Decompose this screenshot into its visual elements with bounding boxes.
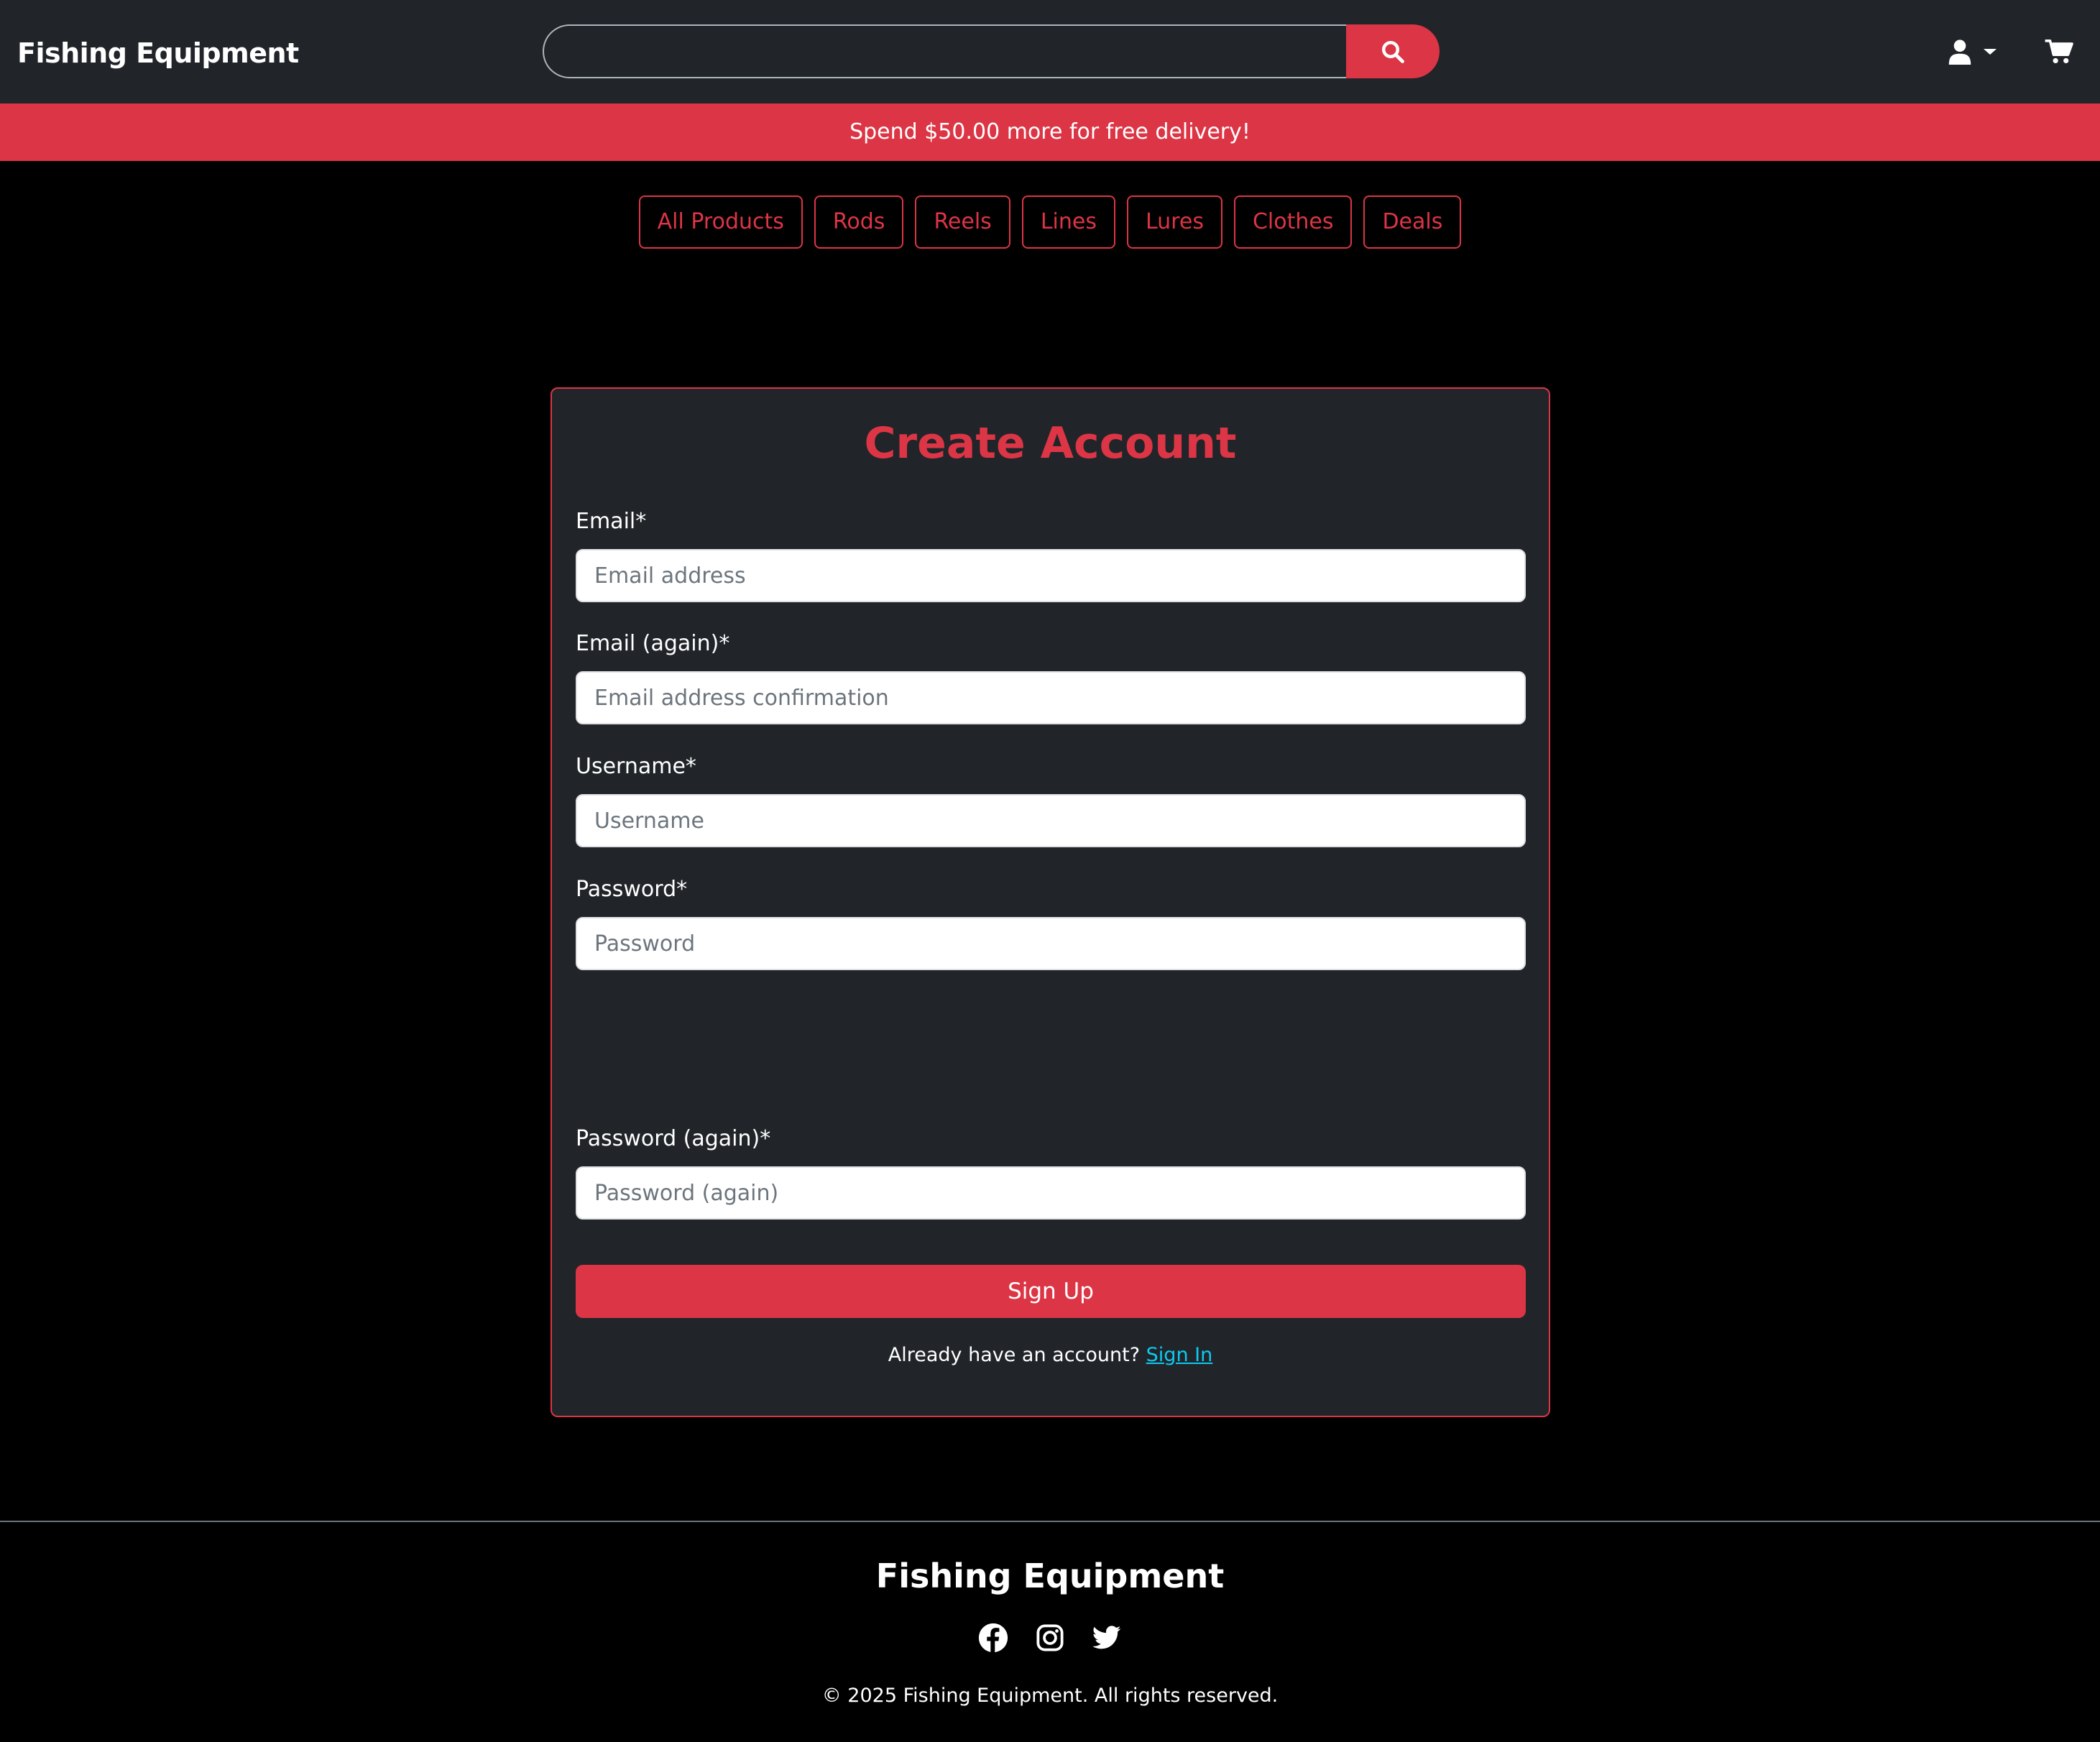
free-delivery-banner: Spend $50.00 more for free delivery! <box>0 103 2100 161</box>
category-lures[interactable]: Lures <box>1126 195 1222 249</box>
password-label: Password* <box>576 877 688 902</box>
copyright-text: © 2025 Fishing Equipment. All rights res… <box>821 1685 1279 1707</box>
email-label: Email* <box>576 509 647 534</box>
category-clothes[interactable]: Clothes <box>1233 195 1353 249</box>
username-field[interactable] <box>576 794 1526 847</box>
search-button[interactable] <box>1346 24 1440 78</box>
signup-card: Create Account Email* Email (again)* Use… <box>551 387 1550 1417</box>
search-input[interactable] <box>543 24 1348 78</box>
sign-in-link[interactable]: Sign In <box>1146 1344 1213 1366</box>
site-footer: Fishing Equipment © 2025 Fishing Equipme… <box>0 1521 2100 1742</box>
category-reels[interactable]: Reels <box>915 195 1010 249</box>
cart-icon <box>2045 39 2073 64</box>
category-rods[interactable]: Rods <box>814 195 904 249</box>
social-links <box>0 1623 2100 1657</box>
page-title: Create Account <box>864 418 1237 469</box>
footer-brand: Fishing Equipment <box>875 1557 1225 1595</box>
twitter-link[interactable] <box>1092 1623 1122 1653</box>
user-icon <box>1948 40 1971 65</box>
caret-down-icon <box>1984 49 1997 55</box>
facebook-icon <box>978 1623 1008 1653</box>
email-confirm-field[interactable] <box>576 671 1526 724</box>
email-confirm-label: Email (again)* <box>576 631 730 656</box>
password-confirm-label: Password (again)* <box>576 1126 771 1151</box>
sign-up-button[interactable]: Sign Up <box>576 1265 1526 1318</box>
top-navbar: Fishing Equipment <box>0 0 2100 103</box>
brand-logo-link[interactable]: Fishing Equipment <box>17 34 299 72</box>
search-form <box>543 24 1440 78</box>
search-icon <box>1382 40 1404 63</box>
cart-link[interactable] <box>2044 37 2074 66</box>
instagram-icon <box>1036 1624 1064 1651</box>
instagram-link[interactable] <box>1035 1623 1065 1653</box>
password-confirm-field[interactable] <box>576 1166 1526 1220</box>
category-lines[interactable]: Lines <box>1021 195 1115 249</box>
category-all-products[interactable]: All Products <box>638 195 803 249</box>
category-nav: All Products Rods Reels Lines Lures Clot… <box>0 195 2100 249</box>
signin-prompt-text: Already have an account? <box>888 1344 1141 1366</box>
twitter-icon <box>1092 1626 1121 1649</box>
facebook-link[interactable] <box>978 1623 1008 1653</box>
account-dropdown-toggle[interactable] <box>1948 36 2001 68</box>
username-label: Username* <box>576 754 696 779</box>
email-field[interactable] <box>576 549 1526 602</box>
signin-prompt-row: Already have an account? Sign In <box>552 1341 1549 1370</box>
password-field[interactable] <box>576 917 1526 970</box>
category-deals[interactable]: Deals <box>1363 195 1462 249</box>
